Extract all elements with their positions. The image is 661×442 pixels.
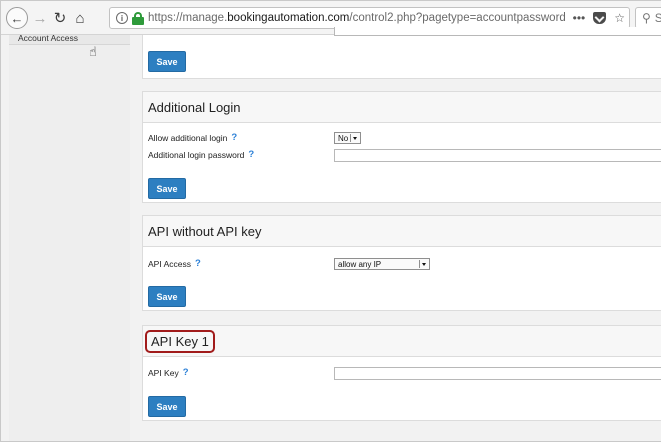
reload-button[interactable]: ↻ xyxy=(52,7,68,29)
allow-login-select[interactable]: No xyxy=(334,132,361,144)
main-content: Save Additional Login Allow additional l… xyxy=(142,27,661,441)
api-access-row: API Access ? xyxy=(148,258,201,269)
panel-top: Save xyxy=(142,27,661,79)
additional-login-title: Additional Login xyxy=(148,99,241,115)
sidebar-item-account-access[interactable]: Account Access xyxy=(9,34,130,45)
api-without-key-title: API without API key xyxy=(148,223,262,239)
url-text[interactable]: https://manage.bookingautomation.com/con… xyxy=(148,12,566,24)
help-icon[interactable]: ? xyxy=(195,258,201,269)
panel-title: API Key 1 xyxy=(143,326,661,357)
bookmark-star-icon[interactable]: ☆ xyxy=(614,11,625,25)
help-icon[interactable]: ? xyxy=(248,149,254,160)
forward-arrow-icon: → xyxy=(32,9,48,27)
search-icon: ⚲ xyxy=(642,11,651,25)
password-label: Additional login password xyxy=(148,149,245,160)
url-actions: ••• ☆ xyxy=(573,8,625,28)
save-button-top[interactable]: Save xyxy=(148,51,186,72)
save-button-api-without-key[interactable]: Save xyxy=(148,286,186,307)
search-input[interactable]: ⚲ S xyxy=(635,7,661,29)
url-path: /control2.php?pagetype=accountpassword xyxy=(349,12,566,24)
dropdown-arrow-icon xyxy=(350,134,359,142)
url-host: bookingautomation.com xyxy=(227,12,350,24)
info-icon[interactable]: i xyxy=(116,12,128,24)
lock-icon[interactable] xyxy=(132,11,144,25)
api-key-label: API Key xyxy=(148,367,179,378)
reload-icon: ↻ xyxy=(53,10,67,27)
more-actions-button[interactable]: ••• xyxy=(573,11,586,25)
dropdown-arrow-icon xyxy=(419,260,428,268)
panel-title: API without API key xyxy=(143,216,661,247)
pocket-icon[interactable] xyxy=(593,12,607,24)
browser-window: ← → ↻ ⌂ i https://manage.bookingautomati… xyxy=(0,0,661,442)
save-button-additional-login[interactable]: Save xyxy=(148,178,186,199)
api-key-row: API Key ? xyxy=(148,367,189,378)
previous-field-input[interactable] xyxy=(334,27,661,36)
allow-login-row: Allow additional login ? xyxy=(148,132,237,143)
panel-additional-login: Additional Login Allow additional login … xyxy=(142,91,661,203)
panel-api-key-1: API Key 1 API Key ? Save xyxy=(142,325,661,421)
allow-login-label: Allow additional login xyxy=(148,132,228,143)
forward-button[interactable]: → xyxy=(32,7,48,29)
api-access-select[interactable]: allow any IP xyxy=(334,258,430,270)
allow-login-value: No xyxy=(338,133,349,143)
api-access-value: allow any IP xyxy=(338,259,382,269)
hand-pointer-icon: ☝ xyxy=(89,44,97,59)
search-placeholder: S xyxy=(655,11,661,25)
api-key-input[interactable] xyxy=(334,367,661,380)
password-row: Additional login password ? xyxy=(148,149,254,160)
back-button[interactable]: ← xyxy=(6,7,28,29)
sidebar: Account Access xyxy=(9,34,130,441)
home-icon: ⌂ xyxy=(75,9,85,27)
panel-title: Additional Login xyxy=(143,92,661,123)
home-button[interactable]: ⌂ xyxy=(71,7,89,29)
url-prefix: https://manage. xyxy=(148,12,228,24)
panel-api-without-key: API without API key API Access ? allow a… xyxy=(142,215,661,311)
save-button-api-key-1[interactable]: Save xyxy=(148,396,186,417)
back-arrow-icon: ← xyxy=(10,10,24,26)
help-icon[interactable]: ? xyxy=(231,132,237,143)
address-bar[interactable]: i https://manage.bookingautomation.com/c… xyxy=(109,7,630,29)
api-key-1-title: API Key 1 xyxy=(145,329,215,353)
api-access-label: API Access xyxy=(148,258,191,269)
password-input[interactable] xyxy=(334,149,661,162)
help-icon[interactable]: ? xyxy=(183,367,189,378)
